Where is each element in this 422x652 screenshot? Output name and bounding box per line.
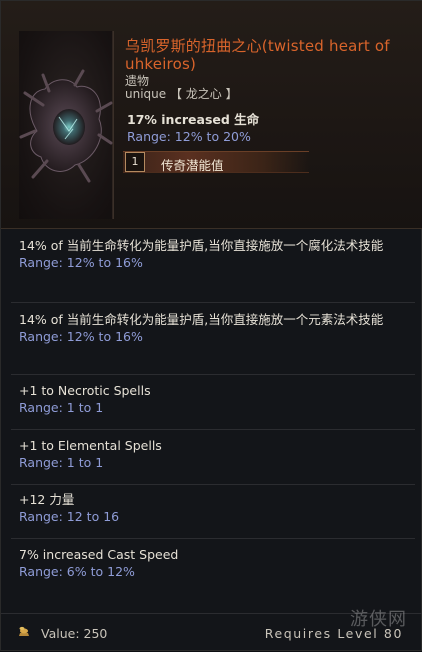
affix-text: 7% increased Cast Speed — [19, 547, 179, 562]
affix-range: Range: 12% to 16% — [19, 329, 143, 344]
legendary-potential-number: 1 — [125, 152, 145, 172]
item-rarity: unique 【 龙之心 】 — [125, 87, 238, 101]
affix-range: Range: 12 to 16 — [19, 509, 120, 524]
item-portrait — [19, 31, 113, 219]
affix-range: Range: 12% to 16% — [19, 255, 143, 270]
implicit-stat: 17% increased 生命 — [127, 112, 260, 127]
gold-coin-icon — [19, 626, 29, 636]
implicit-range: Range: 12% to 20% — [127, 129, 251, 144]
affix-row: +12 力量 Range: 12 to 16 — [11, 491, 415, 539]
twisted-heart-relic-icon — [19, 69, 113, 183]
item-title: 乌凯罗斯的扭曲之心(twisted heart of uhkeiros) — [125, 37, 390, 73]
item-tooltip: 乌凯罗斯的扭曲之心(twisted heart of uhkeiros) 遗物 … — [0, 0, 422, 651]
affix-range: Range: 1 to 1 — [19, 400, 104, 415]
item-value: Value: 250 — [41, 626, 108, 641]
affix-text: +12 力量 — [19, 492, 75, 507]
affix-row: +1 to Elemental Spells Range: 1 to 1 — [11, 437, 415, 485]
affix-text: 14% of 当前生命转化为能量护盾,当你直接施放一个元素法术技能 — [19, 312, 384, 327]
affix-text: +1 to Necrotic Spells — [19, 383, 151, 398]
item-base-type: 遗物 — [125, 74, 150, 88]
tooltip-header: 乌凯罗斯的扭曲之心(twisted heart of uhkeiros) 遗物 … — [1, 1, 422, 229]
portrait-divider — [113, 31, 114, 219]
affix-row: 14% of 当前生命转化为能量护盾,当你直接施放一个腐化法术技能 Range:… — [11, 237, 415, 303]
affix-row: +1 to Necrotic Spells Range: 1 to 1 — [11, 382, 415, 430]
legendary-potential-label: 传奇潜能值 — [161, 158, 224, 173]
affix-row: 7% increased Cast Speed Range: 6% to 12% — [11, 546, 415, 596]
watermark: 游侠网 — [350, 609, 407, 630]
affix-range: Range: 1 to 1 — [19, 455, 104, 470]
affix-range: Range: 6% to 12% — [19, 564, 135, 579]
affix-row: 14% of 当前生命转化为能量护盾,当你直接施放一个元素法术技能 Range:… — [11, 311, 415, 375]
affix-text: 14% of 当前生命转化为能量护盾,当你直接施放一个腐化法术技能 — [19, 238, 384, 253]
affix-text: +1 to Elemental Spells — [19, 438, 162, 453]
